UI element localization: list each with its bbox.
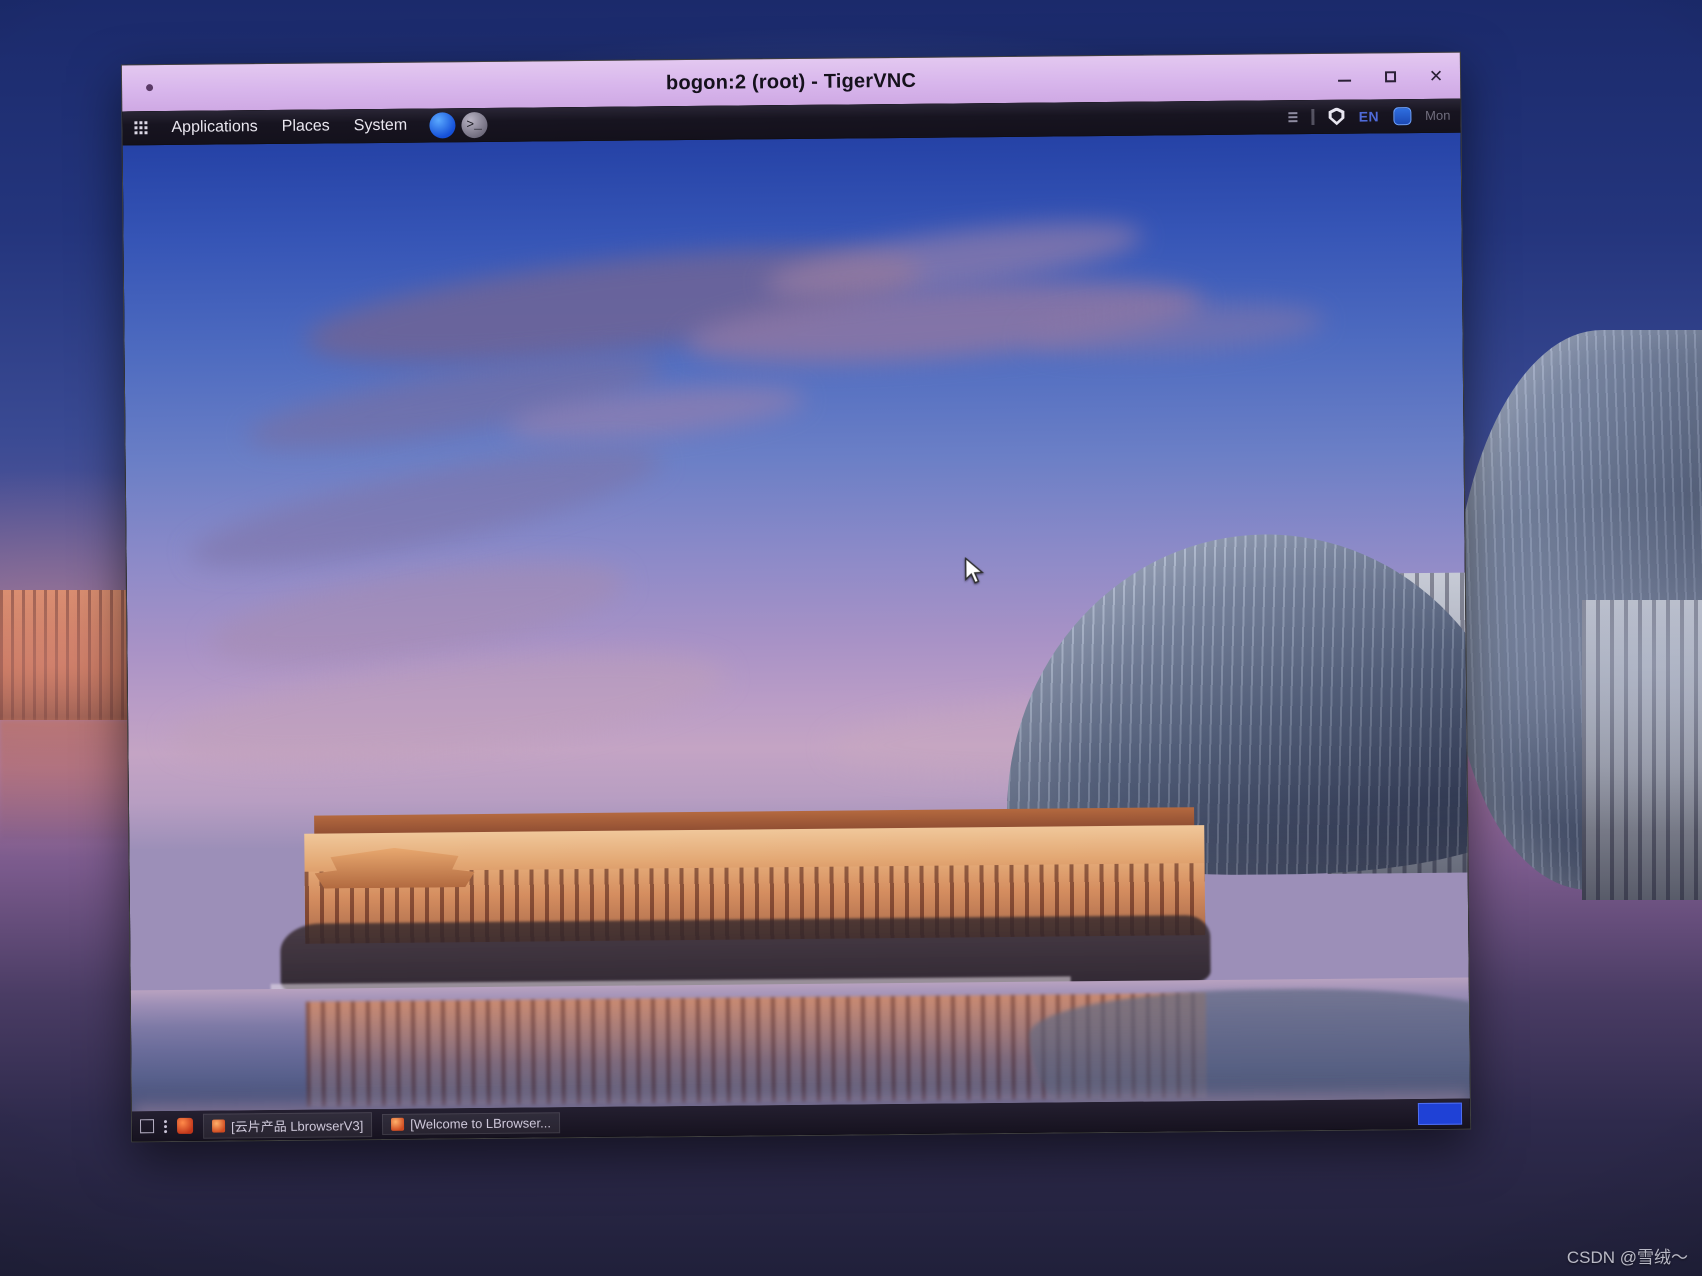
- minimize-button[interactable]: [1334, 67, 1354, 87]
- desktop-wallpaper[interactable]: [122, 132, 1470, 1112]
- host-wallpaper-right-building: [1582, 600, 1702, 900]
- taskbar-item-lbrowser-v3[interactable]: [云片产品 LbrowserV3]: [202, 1111, 373, 1139]
- tray-dots-icon[interactable]: [1288, 111, 1298, 122]
- host-wallpaper-right-dome: [1452, 330, 1702, 890]
- terminal-launcher-icon[interactable]: >_: [460, 111, 488, 138]
- panel-launchers[interactable]: >_: [428, 111, 488, 138]
- menu-places[interactable]: Places: [270, 117, 342, 136]
- close-button[interactable]: ✕: [1426, 66, 1446, 86]
- shield-icon[interactable]: [1329, 107, 1345, 125]
- show-desktop-icon[interactable]: [139, 1119, 155, 1134]
- system-tray[interactable]: EN Mon: [1288, 106, 1461, 126]
- taskbar-item-label: [Welcome to LBrowser...: [410, 1114, 551, 1132]
- monitor-photo: bogon:2 (root) - TigerVNC ✕ Applications…: [0, 0, 1702, 1276]
- host-wallpaper-left-building: [0, 590, 135, 720]
- app-icon[interactable]: [176, 1117, 194, 1134]
- task-icon: [391, 1117, 405, 1131]
- tray-separator-icon: [1311, 108, 1315, 125]
- browser-launcher-icon[interactable]: [428, 111, 456, 138]
- language-indicator[interactable]: EN: [1359, 108, 1380, 124]
- taskbar-item-label: [云片产品 LbrowserV3]: [230, 1117, 364, 1134]
- taskbar-item-welcome-lbrowser[interactable]: [Welcome to LBrowser...: [382, 1111, 560, 1135]
- watermark: CSDN @雪绒～: [1566, 1248, 1688, 1267]
- window-controls[interactable]: ✕: [1334, 53, 1446, 100]
- workspace-dots-icon[interactable]: [163, 1119, 168, 1133]
- applications-grid-icon[interactable]: [134, 121, 148, 135]
- window-menu-dot-icon[interactable]: [146, 83, 154, 91]
- vnc-guest-desktop[interactable]: Applications Places System >_ EN Mon [云片…: [122, 98, 1471, 1142]
- task-icon: [211, 1119, 226, 1133]
- tigervnc-window[interactable]: bogon:2 (root) - TigerVNC ✕ Applications…: [120, 51, 1472, 1143]
- host-wallpaper-left-reflection: [0, 720, 135, 840]
- menu-system[interactable]: System: [342, 116, 420, 135]
- menu-applications[interactable]: Applications: [159, 118, 269, 137]
- clock-text[interactable]: Mon: [1425, 108, 1450, 123]
- security-icon[interactable]: [1393, 106, 1412, 125]
- window-title: bogon:2 (root) - TigerVNC: [665, 69, 917, 94]
- blue-indicator[interactable]: [1417, 1102, 1463, 1126]
- maximize-button[interactable]: [1380, 66, 1400, 86]
